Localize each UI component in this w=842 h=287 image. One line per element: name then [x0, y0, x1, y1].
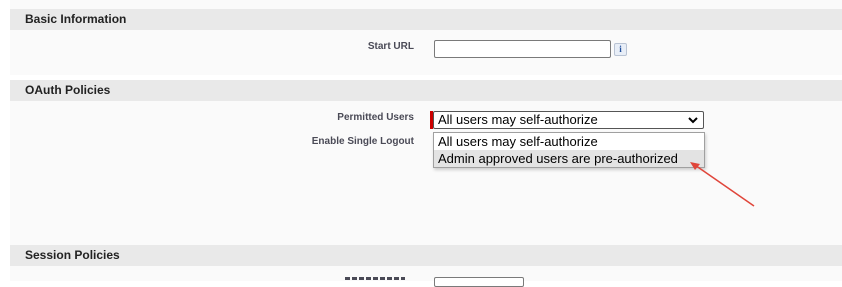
start-url-input[interactable] [434, 40, 611, 58]
permitted-users-dropdown: All users may self-authorize Admin appro… [433, 132, 705, 168]
section-body-session-policies [10, 266, 842, 281]
info-icon[interactable]: i [614, 43, 627, 56]
permitted-users-selected-value: All users may self-authorize [438, 112, 598, 127]
dropdown-option[interactable]: All users may self-authorize [434, 133, 704, 150]
section-header-basic-information: Basic Information [10, 9, 842, 30]
enable-single-logout-label: Enable Single Logout [311, 136, 414, 147]
dropdown-option-highlighted[interactable]: Admin approved users are pre-authorized [434, 150, 704, 167]
annotation-arrow-icon [690, 162, 755, 207]
cropped-label [345, 277, 405, 280]
section-header-oauth-policies: OAuth Policies [10, 80, 842, 101]
section-body-basic-information [10, 30, 842, 75]
permitted-users-select[interactable]: All users may self-authorize [433, 111, 704, 129]
section-header-session-policies: Session Policies [10, 245, 842, 266]
permitted-users-label: Permitted Users [337, 112, 414, 123]
top-band [10, 0, 842, 9]
start-url-label: Start URL [367, 41, 414, 52]
chevron-down-icon [688, 117, 698, 124]
timeout-input[interactable] [434, 277, 524, 287]
